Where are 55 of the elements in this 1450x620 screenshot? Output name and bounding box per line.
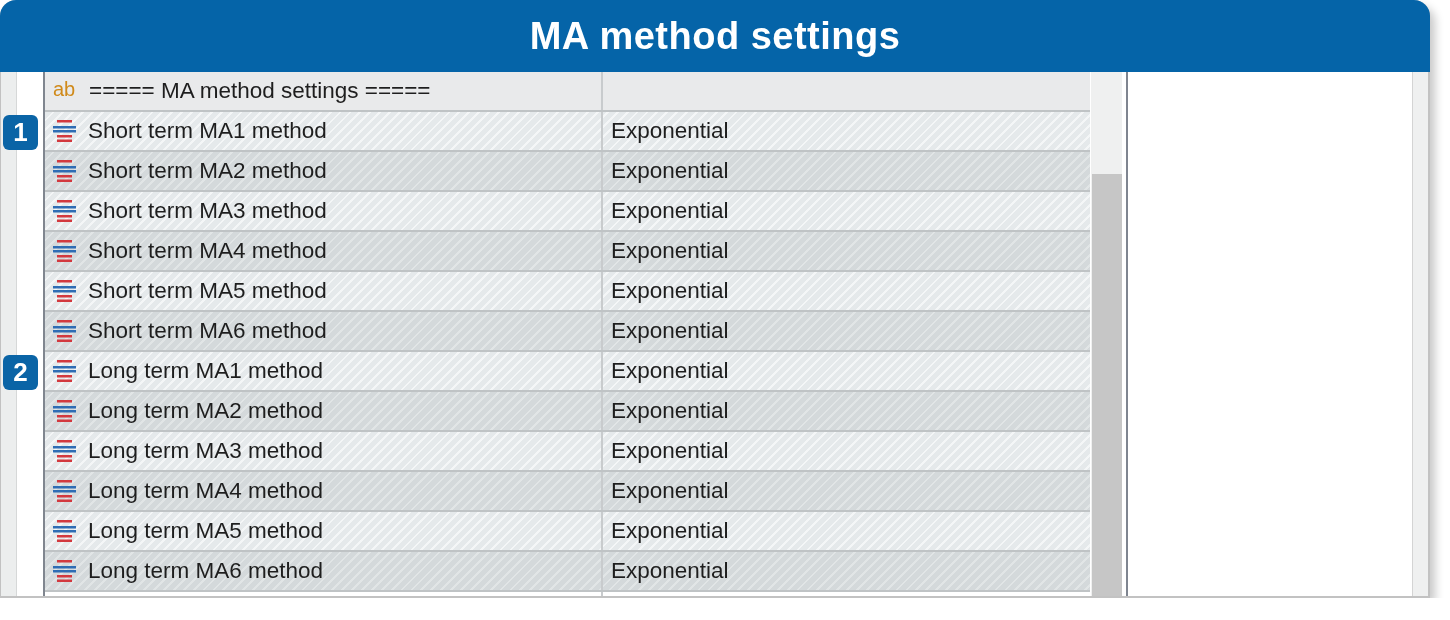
parameter-row[interactable]: Long term MA1 method Exponential	[45, 352, 1090, 392]
parameter-name: ===== MA method settings =====	[89, 78, 431, 104]
scrollbar-thumb[interactable]	[1092, 174, 1122, 596]
list-icon	[53, 120, 76, 142]
parameter-value: Exponential	[611, 198, 729, 224]
parameter-row[interactable]: Short term MA1 method Exponential	[45, 112, 1090, 152]
list-icon	[53, 280, 76, 302]
parameter-name: Long term MA4 method	[88, 478, 324, 504]
parameter-row[interactable]: Long term MA5 method Exponential	[45, 512, 1090, 552]
list-icon	[53, 480, 76, 502]
number-badge: 1	[3, 114, 38, 150]
parameter-value: Exponential	[611, 158, 729, 184]
parameter-name: Short term MA2 method	[88, 158, 327, 184]
number-badge: 2	[3, 354, 38, 390]
parameter-value: Exponential	[611, 478, 729, 504]
list-icon	[53, 320, 76, 342]
parameter-name: Short term MA6 method	[88, 318, 327, 344]
parameter-row[interactable]: Short term MA5 method Exponential	[45, 272, 1090, 312]
list-icon	[53, 520, 76, 542]
parameter-name: Long term MA5 method	[88, 518, 324, 544]
parameter-name: Short term MA5 method	[88, 278, 327, 304]
parameter-row[interactable]: Short term MA3 method Exponential	[45, 192, 1090, 232]
parameter-row[interactable]: Long term MA3 method Exponential	[45, 432, 1090, 472]
parameter-name: Long term MA6 method	[88, 558, 324, 584]
parameter-row[interactable]: Long term MA6 method Exponential	[45, 552, 1090, 592]
parameter-name: Long term MA3 method	[88, 438, 324, 464]
list-icon	[53, 160, 76, 182]
parameter-value: Exponential	[611, 278, 729, 304]
parameter-name: Short term MA1 method	[88, 118, 327, 144]
scrollbar-track[interactable]	[1091, 72, 1122, 596]
parameter-value: Exponential	[611, 318, 729, 344]
parameter-row[interactable]: Long term MA2 method Exponential	[45, 392, 1090, 432]
list-icon	[53, 400, 76, 422]
list-icon	[53, 360, 76, 382]
parameter-row[interactable]: Short term MA6 method Exponential	[45, 312, 1090, 352]
parameter-value: Exponential	[611, 438, 729, 464]
header-title: MA method settings	[529, 14, 901, 58]
parameter-name: Long term MA2 method	[88, 398, 324, 424]
parameter-value: Exponential	[611, 518, 729, 544]
parameter-name: Long term MA1 method	[88, 358, 324, 384]
list-icon	[53, 240, 76, 262]
list-icon	[53, 440, 76, 462]
list-icon	[53, 200, 76, 222]
parameter-value: Exponential	[611, 118, 729, 144]
text-type-icon: ab	[53, 79, 77, 103]
parameter-name: Short term MA3 method	[88, 198, 327, 224]
parameter-row[interactable]: Long term MA4 method Exponential	[45, 472, 1090, 512]
parameter-value: Exponential	[611, 358, 729, 384]
list-icon	[53, 560, 76, 582]
parameter-row[interactable]: Short term MA4 method Exponential	[45, 232, 1090, 272]
parameter-row[interactable]: Short term MA2 method Exponential	[45, 152, 1090, 192]
parameter-value: Exponential	[611, 398, 729, 424]
parameter-value: Exponential	[611, 238, 729, 264]
parameter-value: Exponential	[611, 558, 729, 584]
parameter-name: Short term MA4 method	[88, 238, 327, 264]
